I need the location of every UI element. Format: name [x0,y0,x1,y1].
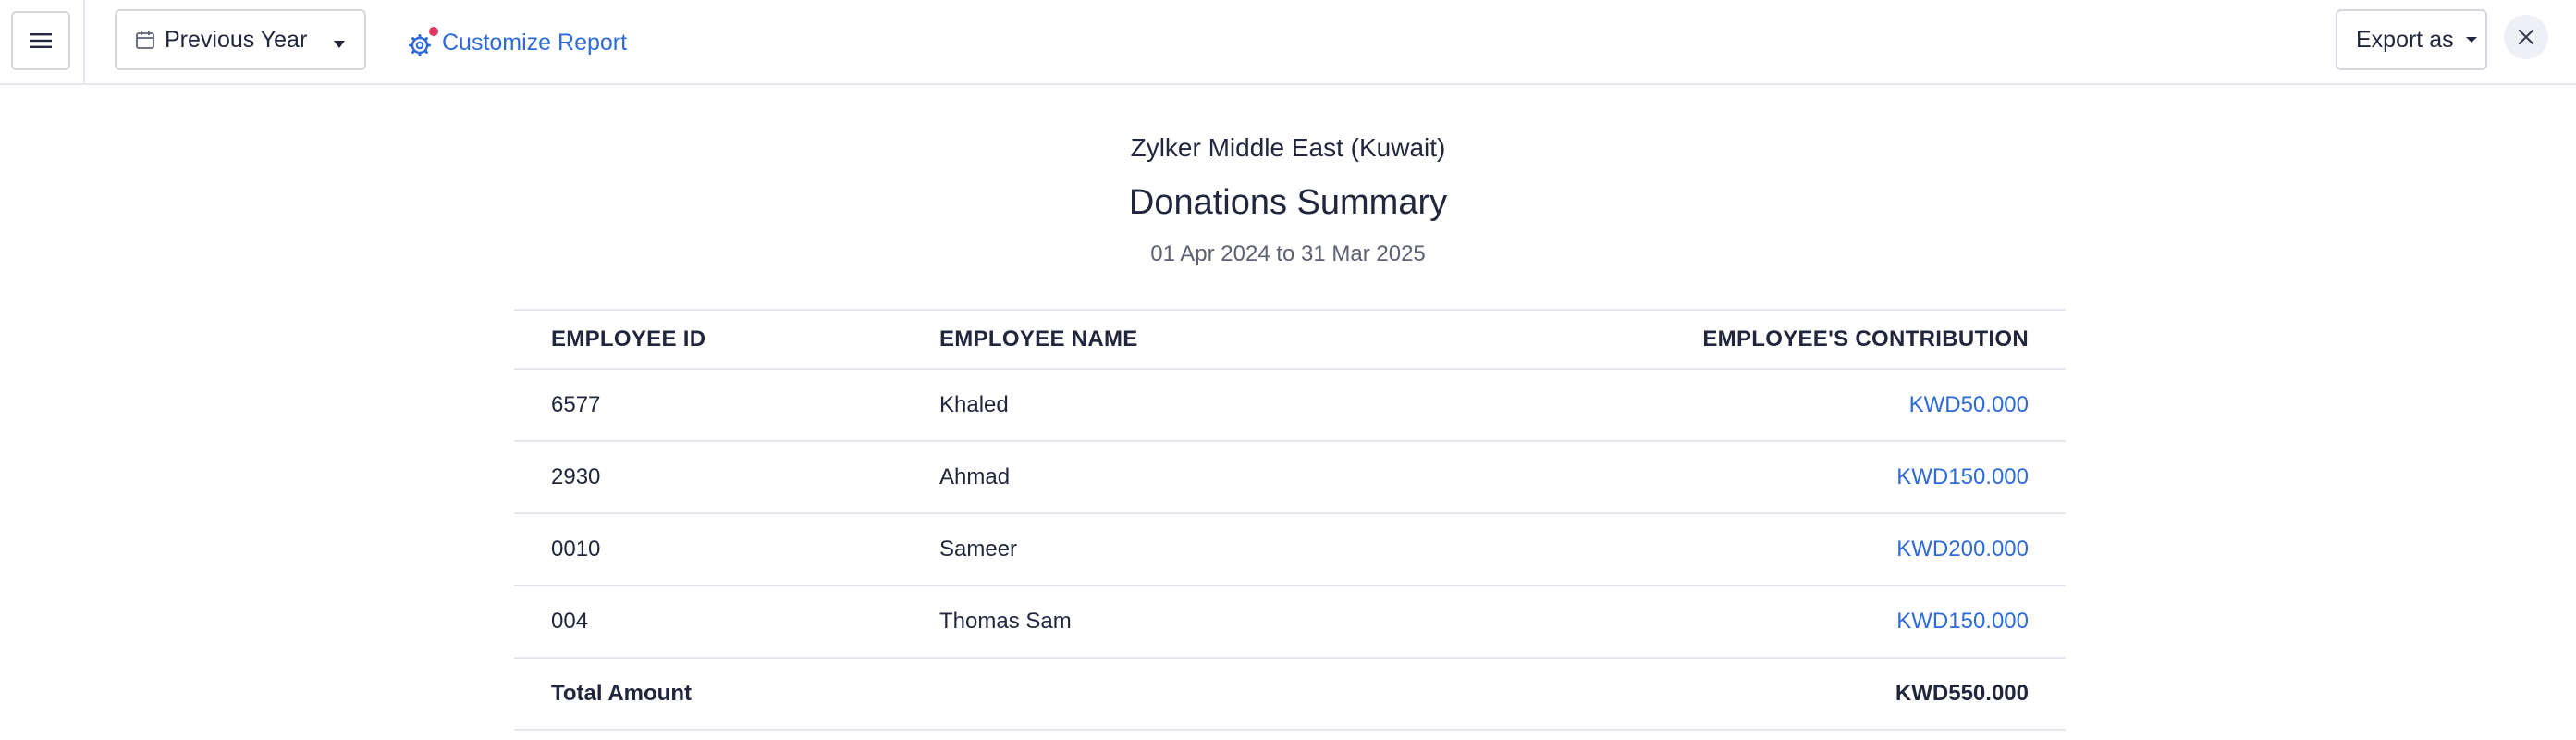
table-row: 0010 Sameer KWD200.000 [514,514,2066,586]
contribution-link[interactable]: KWD50.000 [1909,370,2029,440]
employee-id-cell: 6577 [551,392,601,417]
hamburger-icon [30,33,52,48]
employee-name-cell: Sameer [939,536,1018,561]
period-label: Previous Year [165,26,308,53]
toolbar-divider [83,0,85,85]
customize-report-label: Customize Report [442,29,628,56]
total-value: KWD550.000 [1895,681,2029,706]
customize-report-link[interactable]: Customize Report [407,24,627,61]
notification-dot [429,27,438,36]
report-toolbar: Previous Year Customize Report Export as [0,0,2576,85]
employee-name-cell: Ahmad [939,464,1011,489]
table-row: 2930 Ahmad KWD150.000 [514,442,2066,514]
column-header-contribution: EMPLOYEE'S CONTRIBUTION [1702,327,2029,352]
close-icon [2518,29,2534,45]
gear-icon [407,27,438,58]
employee-name-cell: Thomas Sam [939,609,1072,634]
column-header-employee-name: EMPLOYEE NAME [939,327,1138,352]
report-title: Donations Summary [1128,183,1448,222]
total-label: Total Amount [551,681,692,706]
column-header-employee-id: EMPLOYEE ID [551,327,706,352]
contribution-link[interactable]: KWD150.000 [1896,442,2029,512]
report-date-range: 01 Apr 2024 to 31 Mar 2025 [1150,241,1426,266]
table-row: 004 Thomas Sam KWD150.000 [514,586,2066,659]
close-button[interactable] [2504,15,2548,59]
employee-id-cell: 2930 [551,464,601,489]
organization-name: Zylker Middle East (Kuwait) [1130,133,1446,162]
donations-table: EMPLOYEE ID EMPLOYEE NAME EMPLOYEE'S CON… [514,309,2066,731]
export-dropdown-button[interactable]: Export as [2336,9,2487,70]
report-header: Zylker Middle East (Kuwait) Donations Su… [0,130,2576,270]
contribution-link[interactable]: KWD200.000 [1896,514,2029,585]
table-header-row: EMPLOYEE ID EMPLOYEE NAME EMPLOYEE'S CON… [514,311,2066,370]
table-row: 6577 Khaled KWD50.000 [514,370,2066,442]
export-label: Export as [2356,26,2454,53]
employee-id-cell: 004 [551,609,589,634]
calendar-icon [135,30,155,50]
chevron-down-icon [333,37,346,54]
period-dropdown[interactable]: Previous Year [115,9,366,70]
contribution-link[interactable]: KWD150.000 [1896,586,2029,657]
chevron-down-icon [2465,35,2478,44]
total-row: Total Amount KWD550.000 [514,659,2066,731]
employee-id-cell: 0010 [551,536,601,561]
employee-name-cell: Khaled [939,392,1009,417]
menu-button[interactable] [11,11,70,70]
